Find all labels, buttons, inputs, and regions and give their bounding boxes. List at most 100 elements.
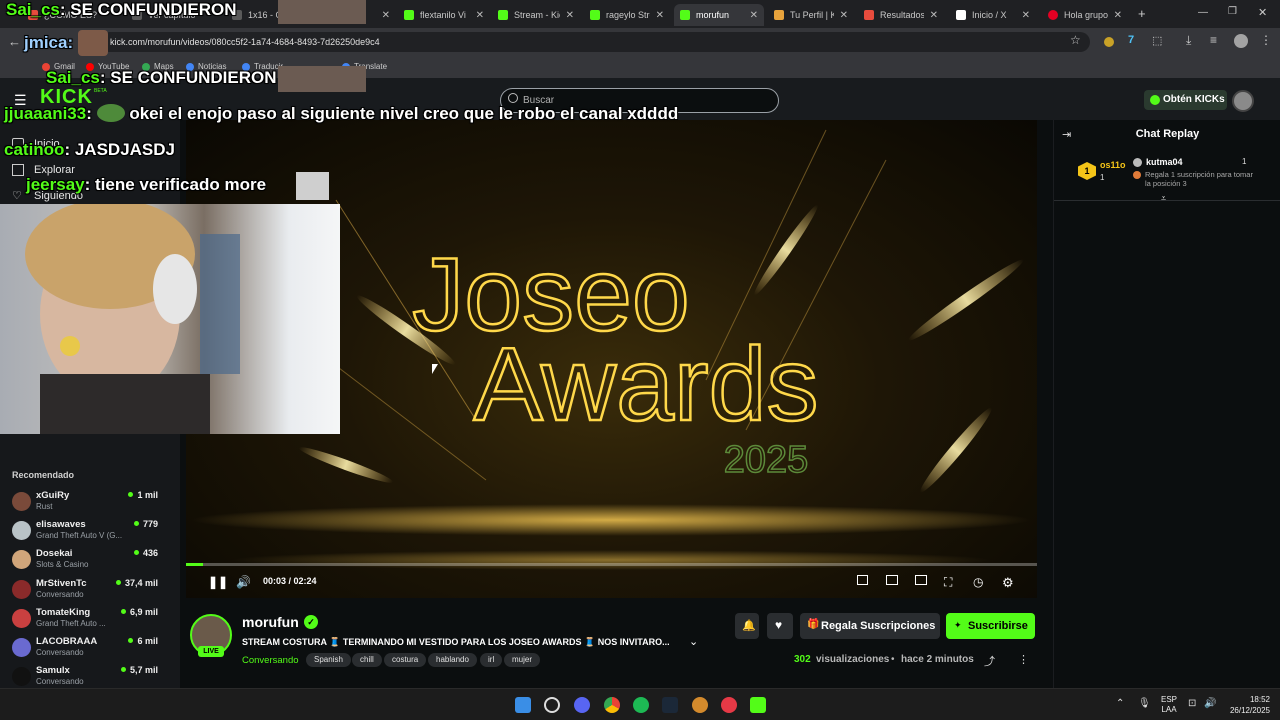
fullscreen-icon[interactable]: ⛶ [944, 575, 958, 589]
minimize-button[interactable]: — [1198, 7, 1208, 18]
browser-tab[interactable]: Resultados d✕ [858, 4, 944, 26]
tab-favicon-icon [864, 10, 874, 20]
theater-mode-icon[interactable] [915, 575, 927, 585]
discord-icon[interactable] [574, 697, 590, 713]
heart-icon: ♥ [775, 618, 783, 632]
recommended-channel[interactable]: xGuiRy Rust 1 mil [12, 490, 170, 518]
chrome-icon[interactable] [604, 697, 620, 713]
volume-icon[interactable]: 🔊 [236, 575, 251, 589]
expand-title-chevron-icon[interactable]: ⌄ [689, 635, 698, 648]
tab-close-icon[interactable]: ✕ [656, 10, 664, 21]
gifter-user[interactable]: kutma04 [1146, 157, 1183, 167]
avatar [12, 667, 31, 686]
extensions-puzzle-icon[interactable]: ⬚ [1152, 34, 1162, 47]
notifications-button[interactable]: 🔔 [735, 613, 759, 639]
tag[interactable]: costura [384, 653, 427, 667]
settings-gear-icon[interactable]: ⚙ [1002, 575, 1016, 590]
kick-app-icon[interactable] [750, 697, 766, 713]
tag[interactable]: hablando [428, 653, 477, 667]
browser-tab[interactable]: rageylo Stre✕ [584, 4, 670, 26]
tab-favicon-icon [1048, 10, 1058, 20]
user-avatar[interactable] [1232, 90, 1254, 112]
volume-icon[interactable]: 🔊 [1204, 698, 1216, 709]
close-window-button[interactable]: ✕ [1258, 6, 1267, 19]
app-icon[interactable] [721, 697, 737, 713]
star-icon: ✦ [954, 620, 962, 630]
browser-tab-active[interactable]: morufun ✕ [674, 4, 764, 26]
leaderboard-user[interactable]: os11o [1100, 160, 1126, 170]
language-indicator[interactable]: ESP LAA [1161, 695, 1177, 715]
recommended-channel[interactable]: Dosekai Slots & Casino 436 [12, 548, 170, 576]
browser-menu-icon[interactable]: ⋮ [1260, 33, 1272, 47]
gift-subs-button[interactable]: 🎁 Regala Suscripciones [800, 613, 940, 639]
steam-icon[interactable] [662, 697, 678, 713]
tag[interactable]: Spanish [306, 653, 351, 667]
overlay-chat-message: jeersay: tiene verificado more [26, 175, 267, 194]
channel-name[interactable]: morufun [242, 614, 299, 630]
tab-close-icon[interactable]: ✕ [750, 10, 758, 21]
tab-close-icon[interactable]: ✕ [1022, 10, 1030, 21]
tab-close-icon[interactable]: ✕ [930, 10, 938, 21]
back-icon[interactable]: ← [8, 34, 21, 49]
progress-fill [186, 563, 204, 566]
time-display: 00:03 / 02:24 [263, 576, 317, 586]
miniplayer-icon[interactable] [857, 575, 868, 585]
subscribe-button[interactable]: ✦ Suscribirse [946, 613, 1035, 639]
browser-tab[interactable]: Inicio / X ✕ [950, 4, 1036, 26]
browser-tab[interactable]: flextanilo Vi ✕ [398, 4, 490, 26]
tab-close-icon[interactable]: ✕ [382, 10, 390, 21]
share-icon[interactable]: ⤴ [984, 653, 995, 669]
tag[interactable]: irl [480, 653, 503, 667]
tab-close-icon[interactable]: ✕ [566, 10, 574, 21]
tag[interactable]: mujer [504, 653, 541, 667]
leaderboard-rank-badge: 1 [1078, 162, 1096, 180]
recommended-channel[interactable]: TomateKing Grand Theft Auto ... 6,9 mil [12, 607, 170, 635]
extension-icon[interactable] [1104, 37, 1114, 47]
tag[interactable]: chill [352, 653, 382, 667]
progress-bar[interactable] [186, 563, 1037, 566]
more-options-icon[interactable]: ⋮ [1018, 653, 1029, 666]
bookmark-star-icon[interactable]: ☆ [1070, 33, 1081, 47]
microphone-icon[interactable]: 🎙 [1138, 698, 1151, 709]
overlay-chat-message: Sai_cs: SE CONFUNDIERON [46, 68, 277, 87]
spotify-icon[interactable] [633, 697, 649, 713]
url-input[interactable]: kick.com/morufun/videos/080cc5f2-1a74-46… [100, 32, 1090, 52]
video-title-line2: Awards [474, 327, 819, 443]
profile-avatar[interactable] [1234, 34, 1248, 48]
tab-close-icon[interactable]: ✕ [1114, 10, 1122, 21]
new-tab-button[interactable]: + [1138, 6, 1146, 21]
media-control-icon[interactable]: ≡ [1210, 33, 1217, 47]
recommended-channel[interactable]: LACOBRAAA Conversando 6 mil [12, 636, 170, 664]
pause-icon[interactable]: ❚❚ [208, 575, 228, 589]
recommended-channel[interactable]: MrStivenTc Conversando 37,4 mil [12, 578, 170, 606]
follow-button[interactable]: ♥ [767, 613, 793, 639]
playback-speed-icon[interactable]: ◷ [973, 575, 987, 589]
video-year: 2025 [724, 439, 809, 481]
gifter-count: 1 [1242, 157, 1247, 166]
recommended-channel[interactable]: elisawaves Grand Theft Auto V (G... 779 [12, 519, 170, 547]
app-icon[interactable] [692, 697, 708, 713]
browser-tab[interactable]: Hola grupo ✕ [1042, 4, 1128, 26]
app-icon[interactable] [544, 697, 560, 713]
time-ago: hace 2 minutos [901, 654, 974, 665]
network-icon[interactable]: ⊡ [1188, 698, 1196, 709]
clock[interactable]: 18:52 26/12/2025 [1224, 694, 1270, 716]
download-icon[interactable]: ⤓ [1186, 33, 1191, 48]
expand-leaderboard-icon[interactable]: ⩡ [1161, 193, 1166, 204]
extension-icon[interactable]: 7 [1128, 34, 1134, 46]
tab-close-icon[interactable]: ✕ [840, 10, 848, 21]
browser-tab[interactable]: Tu Perfil | Ke✕ [768, 4, 854, 26]
windows-start-icon[interactable] [515, 697, 531, 713]
overlay-emote [296, 172, 329, 200]
overlay-chat-message: jjuaaani33: okei el enojo paso al siguie… [4, 104, 679, 123]
clip-icon[interactable] [886, 575, 898, 585]
tab-close-icon[interactable]: ✕ [476, 10, 484, 21]
overlay-chat-message: Sai_cs: SE CONFUNDIERON [6, 0, 237, 19]
gifter-badge-icon [1133, 158, 1142, 167]
tray-chevron-icon[interactable]: ⌃ [1116, 698, 1124, 709]
category-link[interactable]: Conversando [242, 655, 299, 666]
tab-favicon-icon [956, 10, 966, 20]
maximize-button[interactable]: ❐ [1228, 6, 1237, 17]
bell-icon: 🔔 [742, 620, 756, 632]
browser-tab[interactable]: Stream - Kic ✕ [492, 4, 580, 26]
